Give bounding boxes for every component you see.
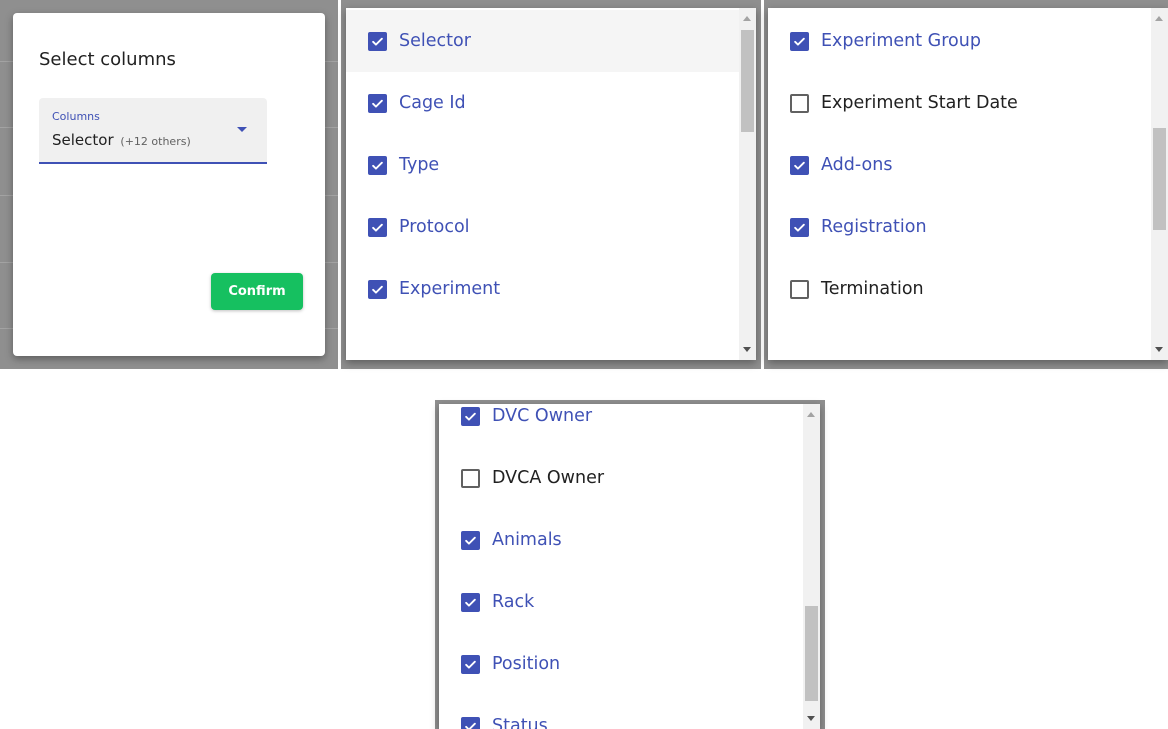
column-option[interactable]: Position bbox=[439, 633, 803, 695]
column-option-label: Selector bbox=[399, 31, 471, 51]
column-option[interactable]: DVCA Owner bbox=[439, 447, 803, 509]
checkbox-checked-icon[interactable] bbox=[461, 592, 480, 612]
column-option[interactable]: Experiment Group bbox=[768, 10, 1151, 72]
column-option-label: Protocol bbox=[399, 217, 470, 237]
column-option[interactable]: Add-ons bbox=[768, 134, 1151, 196]
scroll-down-arrow-icon[interactable] bbox=[807, 716, 815, 721]
scrollbar[interactable] bbox=[739, 8, 756, 360]
column-option[interactable]: Selector bbox=[346, 10, 739, 72]
column-option[interactable]: Cage Id bbox=[346, 72, 739, 134]
select-columns-dialog: Select columns Columns Selector (+12 oth… bbox=[13, 13, 325, 356]
checkbox-unchecked-icon[interactable] bbox=[461, 468, 480, 488]
scroll-down-arrow-icon[interactable] bbox=[1155, 347, 1163, 352]
scroll-down-arrow-icon[interactable] bbox=[743, 347, 751, 352]
checkbox-checked-icon[interactable] bbox=[368, 155, 387, 175]
checkbox-checked-icon[interactable] bbox=[368, 279, 387, 299]
columns-dropdown-list: Selector Cage Id Type Protocol Experiment bbox=[346, 8, 756, 360]
column-option[interactable]: Experiment bbox=[346, 258, 739, 320]
column-option[interactable]: Protocol bbox=[346, 196, 739, 258]
checkbox-unchecked-icon[interactable] bbox=[790, 93, 809, 113]
column-option[interactable]: Status bbox=[439, 695, 803, 729]
scroll-up-arrow-icon[interactable] bbox=[807, 412, 815, 417]
columns-select-label: Columns bbox=[52, 110, 100, 123]
column-option[interactable]: Type bbox=[346, 134, 739, 196]
scrollbar-thumb[interactable] bbox=[1153, 128, 1166, 230]
column-option[interactable]: Animals bbox=[439, 509, 803, 571]
dropdown-arrow-icon[interactable] bbox=[237, 127, 247, 132]
column-option[interactable]: Rack bbox=[439, 571, 803, 633]
confirm-button[interactable]: Confirm bbox=[211, 273, 303, 310]
columns-dropdown-list: Experiment Group Experiment Start Date Add… bbox=[768, 8, 1168, 360]
column-option-label: Rack bbox=[492, 592, 535, 612]
columns-select[interactable]: Columns Selector (+12 others) bbox=[39, 98, 267, 164]
column-option-label: Registration bbox=[821, 217, 927, 237]
column-option-label: Add-ons bbox=[821, 155, 893, 175]
checkbox-checked-icon[interactable] bbox=[461, 654, 480, 674]
checkbox-checked-icon[interactable] bbox=[368, 31, 387, 51]
scrollbar[interactable] bbox=[1151, 8, 1168, 360]
others-count: (+12 others) bbox=[120, 135, 191, 148]
checkbox-checked-icon[interactable] bbox=[368, 217, 387, 237]
column-option[interactable]: Registration bbox=[768, 196, 1151, 258]
column-option[interactable]: Termination bbox=[768, 258, 1151, 320]
checkbox-checked-icon[interactable] bbox=[790, 31, 809, 51]
checkbox-checked-icon[interactable] bbox=[790, 155, 809, 175]
column-option[interactable]: DVC Owner bbox=[439, 404, 803, 447]
scrollbar-thumb[interactable] bbox=[741, 30, 754, 132]
column-option-label: Experiment Start Date bbox=[821, 93, 1018, 113]
column-option-label: DVC Owner bbox=[492, 406, 593, 426]
page: Select columns Columns Selector (+12 oth… bbox=[0, 0, 1168, 729]
checkbox-checked-icon[interactable] bbox=[461, 530, 480, 550]
selected-value: Selector bbox=[52, 131, 114, 149]
column-option-label: Cage Id bbox=[399, 93, 466, 113]
scrollbar-thumb[interactable] bbox=[805, 606, 818, 701]
column-option-label: Status bbox=[492, 716, 548, 729]
checkbox-checked-icon[interactable] bbox=[461, 406, 480, 426]
column-option-label: DVCA Owner bbox=[492, 468, 605, 488]
column-option-label: Position bbox=[492, 654, 561, 674]
dialog-title: Select columns bbox=[39, 49, 176, 70]
scroll-up-arrow-icon[interactable] bbox=[1155, 16, 1163, 21]
checkbox-checked-icon[interactable] bbox=[461, 716, 480, 729]
column-option-label: Type bbox=[399, 155, 440, 175]
scroll-up-arrow-icon[interactable] bbox=[743, 16, 751, 21]
column-option-label: Animals bbox=[492, 530, 562, 550]
checkbox-unchecked-icon[interactable] bbox=[790, 279, 809, 299]
column-option-label: Experiment bbox=[399, 279, 501, 299]
columns-dropdown-list: DVC Owner DVCA Owner Animals Rack Position St… bbox=[439, 404, 820, 729]
checkbox-checked-icon[interactable] bbox=[790, 217, 809, 237]
column-option-label: Experiment Group bbox=[821, 31, 981, 51]
column-option[interactable]: Experiment Start Date bbox=[768, 72, 1151, 134]
columns-select-value: Selector (+12 others) bbox=[52, 131, 191, 149]
column-option-label: Termination bbox=[821, 279, 924, 299]
scrollbar[interactable] bbox=[803, 404, 820, 729]
checkbox-checked-icon[interactable] bbox=[368, 93, 387, 113]
